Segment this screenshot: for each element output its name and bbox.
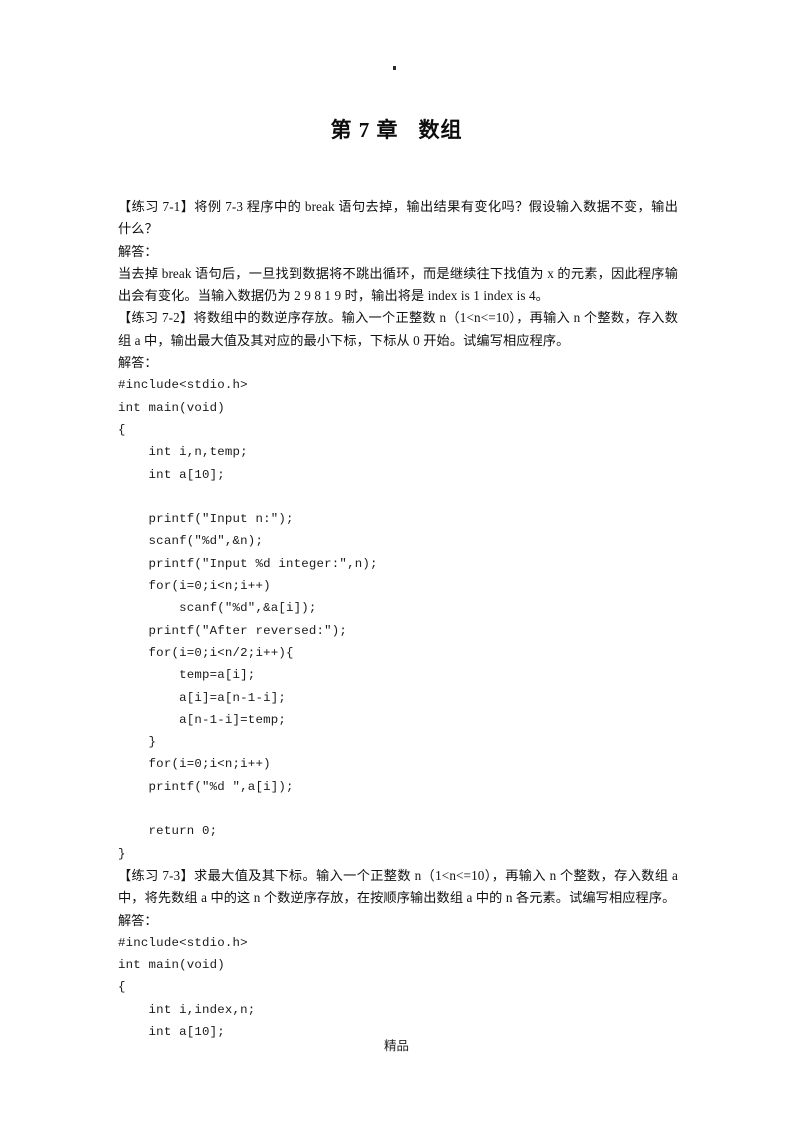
chapter-number-label: 第 7 章 bbox=[330, 118, 399, 142]
answer-text: 当去掉 break 语句后，一旦找到数据将不跳出循环，而是继续往下找值为 x 的… bbox=[118, 265, 678, 304]
document-body: 【练习 7-1】将例 7-3 程序中的 break 语句去掉，输出结果有变化吗？… bbox=[118, 196, 678, 1043]
page-footer: 精品 bbox=[383, 1039, 409, 1053]
chapter-name-label: 数组 bbox=[418, 118, 463, 142]
answer-label: 解答： bbox=[118, 355, 158, 371]
exercise-prompt: 【练习 7-1】将例 7-3 程序中的 break 语句去掉，输出结果有变化吗？… bbox=[118, 199, 678, 237]
answer-label: 解答： bbox=[118, 243, 158, 259]
exercise-prompt: 【练习 7-3】求最大值及其下标。输入一个正整数 n（1<n<=10），再输入 … bbox=[118, 867, 678, 906]
page-title: 第 7 章数组 bbox=[0, 114, 793, 144]
top-stray-dot: · bbox=[393, 66, 396, 70]
code-block: #include<stdio.h> int main(void) { int i… bbox=[118, 935, 256, 1039]
code-block: #include<stdio.h> int main(void) { int i… bbox=[118, 378, 378, 861]
document-page: · 第 7 章数组 【练习 7-1】将例 7-3 程序中的 break 语句去掉… bbox=[0, 0, 793, 1122]
exercise-prompt: 【练习 7-2】将数组中的数逆序存放。输入一个正整数 n（1<n<=10），再输… bbox=[118, 310, 678, 348]
answer-label: 解答： bbox=[118, 912, 158, 928]
